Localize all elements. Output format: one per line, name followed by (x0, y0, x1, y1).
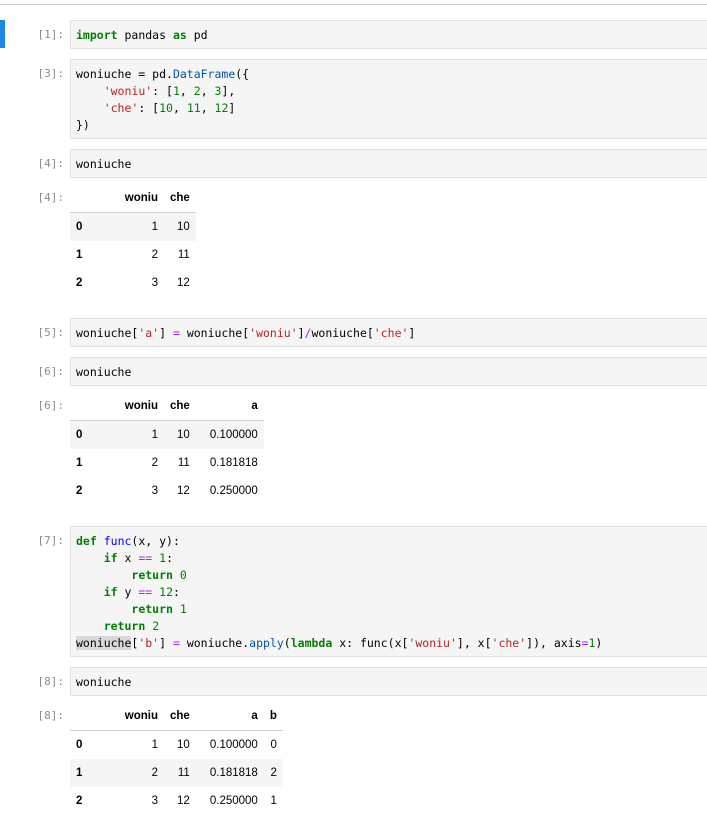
table-cell: 11 (177, 457, 190, 469)
table-cell: 0.100000 (209, 739, 258, 751)
input-prompt: [6]: (37, 365, 65, 378)
table-row: 2 3 12 (70, 269, 196, 297)
row-index: 0 (76, 429, 83, 441)
column-header: woniu (104, 702, 164, 731)
table-cell: 3 (151, 277, 158, 289)
index-header (70, 184, 104, 213)
dataframe-output-8: woniu che a b 0 1 10 0.100000 0 1 2 11 0… (70, 702, 283, 815)
table-cell: 2 (151, 249, 158, 261)
row-index: 1 (76, 457, 83, 469)
table-cell: 12 (177, 277, 190, 289)
table-cell: 3 (151, 485, 158, 497)
code-cell-5[interactable]: woniuche['a'] = woniuche['woniu']/woniuc… (70, 318, 707, 347)
table-cell: 3 (151, 795, 158, 807)
table-row: 0 1 10 0.100000 (70, 420, 264, 449)
column-header: che (164, 392, 196, 421)
column-header: b (263, 702, 283, 731)
input-prompt: [4]: (37, 157, 65, 170)
input-prompt: [8]: (37, 675, 65, 688)
table-cell: 0.250000 (209, 795, 258, 807)
code-cell-1[interactable]: import pandas as pd (70, 20, 707, 49)
output-prompt: [8]: (37, 709, 65, 722)
input-prompt: [1]: (37, 28, 65, 41)
table-cell: 12 (177, 485, 190, 497)
table-cell: 2 (270, 767, 277, 779)
table-cell: 10 (177, 221, 190, 233)
column-header: woniu (104, 392, 164, 421)
table-row: 1 2 11 0.181818 2 (70, 759, 283, 787)
row-index: 2 (76, 485, 83, 497)
output-prompt: [4]: (37, 191, 65, 204)
table-row: 0 1 10 (70, 212, 196, 241)
row-index: 1 (76, 767, 83, 779)
table-row: 0 1 10 0.100000 0 (70, 731, 283, 760)
input-prompt: [3]: (37, 67, 65, 80)
code-cell-3[interactable]: woniuche = pd.DataFrame({ 'woniu': [1, 2… (70, 59, 707, 139)
table-row: 2 3 12 0.250000 (70, 477, 264, 505)
row-index: 0 (76, 221, 83, 233)
table-cell: 1 (151, 221, 158, 233)
index-header (70, 392, 104, 421)
table-cell: 1 (151, 739, 158, 751)
code-cell-8[interactable]: woniuche (70, 667, 707, 696)
row-index: 0 (76, 739, 83, 751)
index-header (70, 702, 104, 731)
table-cell: 0.181818 (209, 457, 258, 469)
dataframe-output-6: woniu che a 0 1 10 0.100000 1 2 11 0.181… (70, 392, 264, 505)
code-cell-6[interactable]: woniuche (70, 357, 707, 386)
notebook-top-border (0, 4, 707, 5)
table-cell: 2 (151, 767, 158, 779)
table-cell: 0.250000 (209, 485, 258, 497)
table-cell: 12 (177, 795, 190, 807)
table-row: 1 2 11 0.181818 (70, 449, 264, 477)
table-cell: 0.181818 (209, 767, 258, 779)
table-cell: 2 (151, 457, 158, 469)
dataframe-output-4: woniu che 0 1 10 1 2 11 2 3 12 (70, 184, 196, 297)
row-index: 2 (76, 277, 83, 289)
input-prompt: [7]: (37, 534, 65, 547)
code-cell-4[interactable]: woniuche (70, 149, 707, 178)
column-header: che (164, 184, 196, 213)
table-cell: 10 (177, 739, 190, 751)
table-cell: 10 (177, 429, 190, 441)
table-cell: 0.100000 (209, 429, 258, 441)
column-header: woniu (104, 184, 164, 213)
code-cell-7[interactable]: def func(x, y): if x == 1: return 0 if y… (70, 526, 707, 657)
table-cell: 1 (270, 795, 277, 807)
row-index: 2 (76, 795, 83, 807)
table-cell: 1 (151, 429, 158, 441)
column-header: che (164, 702, 196, 731)
active-cell-indicator (0, 20, 5, 48)
table-cell: 11 (177, 767, 190, 779)
row-index: 1 (76, 249, 83, 261)
table-row: 2 3 12 0.250000 1 (70, 787, 283, 815)
column-header: a (195, 392, 264, 421)
column-header: a (195, 702, 264, 731)
table-row: 1 2 11 (70, 241, 196, 269)
output-prompt: [6]: (37, 399, 65, 412)
table-cell: 11 (177, 249, 190, 261)
table-cell: 0 (270, 739, 277, 751)
input-prompt: [5]: (37, 326, 65, 339)
